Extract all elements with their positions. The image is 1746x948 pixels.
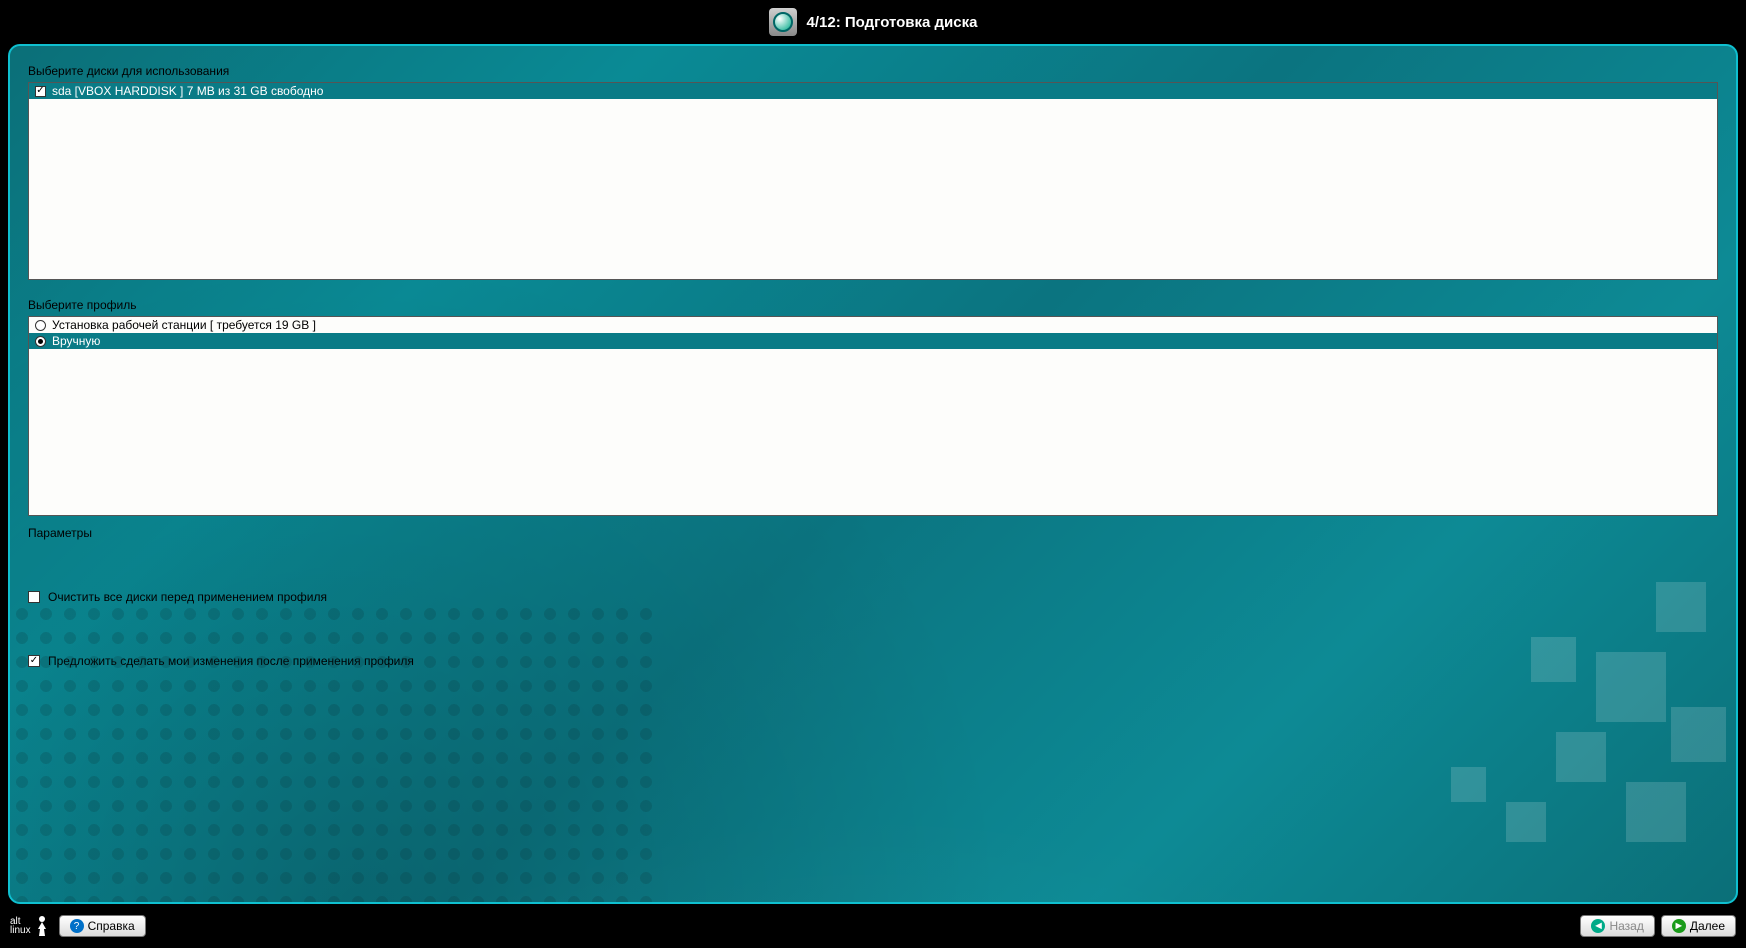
back-button-label: Назад [1609, 919, 1643, 933]
step-title: 4/12: Подготовка диска [807, 14, 978, 31]
profiles-listbox[interactable]: Установка рабочей станции [ требуется 19… [28, 316, 1718, 516]
profile-row-manual[interactable]: Вручную [29, 333, 1717, 349]
help-button-label: Справка [88, 919, 135, 933]
logo-bottom: linux [10, 926, 31, 935]
main-panel: Выберите диски для использования sda [VB… [8, 44, 1738, 904]
disk-row[interactable]: sda [VBOX HARDDISK ] 7 MB из 31 GB свобо… [29, 83, 1717, 99]
clear-disks-label: Очистить все диски перед применением про… [48, 590, 327, 604]
clear-disks-checkbox[interactable] [28, 591, 40, 603]
profile-radio[interactable] [35, 336, 46, 347]
suggest-changes-option[interactable]: Предложить сделать мои изменения после п… [28, 654, 1718, 668]
disk-label: sda [VBOX HARDDISK ] 7 MB из 31 GB свобо… [52, 84, 323, 98]
help-icon: ? [70, 919, 84, 933]
profile-row-workstation[interactable]: Установка рабочей станции [ требуется 19… [29, 317, 1717, 333]
arrow-left-icon: ◄ [1591, 919, 1605, 933]
suggest-changes-checkbox[interactable] [28, 655, 40, 667]
params-section: Параметры Очистить все диски перед приме… [28, 526, 1718, 668]
help-button[interactable]: ? Справка [59, 915, 146, 937]
profile-radio[interactable] [35, 320, 46, 331]
disk-checkbox[interactable] [35, 86, 46, 97]
clear-disks-option[interactable]: Очистить все диски перед применением про… [28, 590, 1718, 604]
arrow-right-icon: ► [1672, 919, 1686, 933]
profiles-section-label: Выберите профиль [28, 298, 1718, 312]
next-button[interactable]: ► Далее [1661, 915, 1736, 937]
disks-section-label: Выберите диски для использования [28, 64, 1718, 78]
profile-label: Вручную [52, 334, 100, 348]
back-button[interactable]: ◄ Назад [1580, 915, 1654, 937]
footer: alt linux ? Справка ◄ Назад ► Далее [0, 904, 1746, 948]
installer-header: 4/12: Подготовка диска [0, 0, 1746, 44]
suggest-changes-label: Предложить сделать мои изменения после п… [48, 654, 414, 668]
logo-figure-icon [33, 915, 51, 937]
profile-label: Установка рабочей станции [ требуется 19… [52, 318, 316, 332]
next-button-label: Далее [1690, 919, 1725, 933]
params-section-label: Параметры [28, 526, 1718, 540]
disks-listbox[interactable]: sda [VBOX HARDDISK ] 7 MB из 31 GB свобо… [28, 82, 1718, 280]
alt-linux-logo: alt linux [10, 915, 51, 937]
disk-icon [769, 8, 797, 36]
